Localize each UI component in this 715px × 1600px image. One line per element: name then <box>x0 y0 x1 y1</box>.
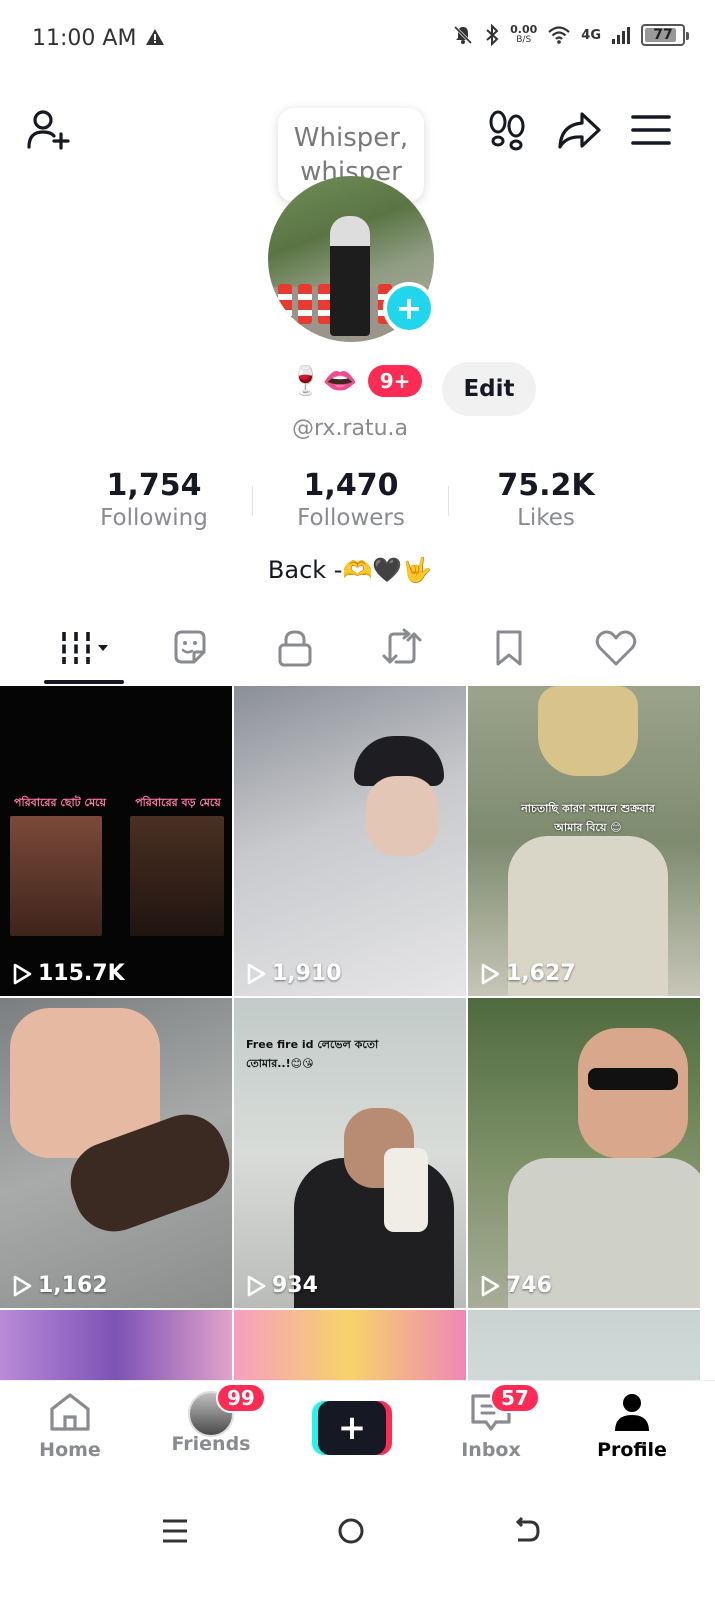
inbox-badge: 57 <box>490 1383 540 1413</box>
add-story-button[interactable]: + <box>383 282 435 334</box>
menu-button[interactable] <box>626 105 676 155</box>
lock-icon <box>278 630 312 667</box>
view-count: 115.7K <box>12 961 125 986</box>
share-icon <box>558 112 601 149</box>
stat-value: 1,754 <box>106 468 202 503</box>
view-count: 1,162 <box>12 1273 108 1298</box>
video-thumbnail[interactable]: 1,162 <box>0 998 232 1308</box>
edit-profile-button[interactable]: Edit <box>442 362 536 416</box>
warning-icon <box>146 29 164 45</box>
home-icon <box>50 1393 90 1431</box>
video-thumbnail[interactable] <box>468 1310 700 1380</box>
sticker-icon <box>174 630 206 664</box>
stat-followers[interactable]: 1,470 Followers <box>251 468 451 531</box>
display-name: 🍷👄 <box>288 364 358 397</box>
bluetooth-icon <box>486 24 499 46</box>
video-thumbnail[interactable]: 1,910 <box>234 686 466 996</box>
tab-videos[interactable] <box>52 620 122 676</box>
system-nav-bar <box>0 1476 715 1600</box>
video-thumbnail[interactable]: পরিবারের ছোট মেয়ে পরিবারের বড় মেয়ে 11… <box>0 686 232 996</box>
stat-label: Following <box>100 505 208 531</box>
battery-icon: 77 <box>641 24 689 46</box>
heart-icon <box>595 630 637 666</box>
menu-lines-icon <box>163 1519 187 1543</box>
nav-label: Profile <box>597 1439 667 1461</box>
view-count: 1,910 <box>246 961 342 986</box>
tab-stickers[interactable] <box>155 620 225 676</box>
video-caption: Free fire id লেভেল কতো তোমার..!😊😘 <box>246 1038 379 1070</box>
stat-following[interactable]: 1,754 Following <box>54 468 254 531</box>
play-icon <box>247 1275 266 1296</box>
tab-liked[interactable] <box>581 620 651 676</box>
hamburger-icon <box>631 115 671 145</box>
mute-bell-icon <box>454 25 473 45</box>
video-thumbnail[interactable] <box>234 1310 466 1380</box>
bookmark-icon <box>496 630 522 666</box>
share-profile-button[interactable] <box>554 105 604 155</box>
footprints-icon <box>489 110 525 151</box>
video-grid: পরিবারের ছোট মেয়ে পরিবারের বড় মেয়ে 11… <box>0 686 715 1380</box>
nav-friends[interactable]: Friends 99 <box>156 1383 266 1455</box>
stat-value: 1,470 <box>303 468 399 503</box>
tab-private[interactable] <box>260 620 330 676</box>
add-user-icon <box>27 110 70 150</box>
home-system-button[interactable] <box>326 1506 376 1556</box>
nav-inbox[interactable]: Inbox 57 <box>436 1383 546 1461</box>
add-friend-button[interactable] <box>24 105 74 155</box>
video-caption: পরিবারের ছোট মেয়ে <box>14 796 106 809</box>
bio: Back -🫶🖤🤟 <box>267 556 433 584</box>
nav-home[interactable]: Home <box>15 1391 125 1461</box>
status-bar: 11:00 AM 0.00 B/S 4G 77 <box>0 0 715 80</box>
video-thumbnail[interactable]: নাচতাছি কারণ সামনে শুক্রবার আমার বিয়ে 😊… <box>468 686 700 996</box>
stat-label: Followers <box>297 505 405 531</box>
view-count: 746 <box>480 1273 552 1298</box>
view-count: 1,627 <box>480 961 576 986</box>
video-thumbnail[interactable] <box>0 1310 232 1380</box>
nav-label: Home <box>39 1439 101 1461</box>
circle-icon <box>338 1518 364 1544</box>
username: @rx.ratu.a <box>291 416 409 441</box>
network-type: 4G <box>581 27 601 43</box>
wifi-icon <box>548 26 571 44</box>
video-caption: পরিবারের বড় মেয়ে <box>135 796 221 809</box>
video-thumbnail[interactable]: 746 <box>468 998 700 1308</box>
tab-reposts[interactable] <box>367 620 437 676</box>
profile-icon <box>615 1394 649 1431</box>
bottom-nav: Home Friends 99 + Inbox 57 Profile <box>0 1380 715 1476</box>
nav-label: Inbox <box>461 1439 521 1461</box>
play-icon <box>13 963 32 984</box>
repost-icon <box>382 628 422 664</box>
signal-icon <box>612 27 630 44</box>
status-icons: 0.00 B/S 4G 77 <box>452 23 689 46</box>
play-icon <box>481 1275 500 1296</box>
recent-apps-button[interactable] <box>150 1506 200 1556</box>
plus-icon: + <box>318 1401 386 1455</box>
back-system-button[interactable] <box>502 1506 552 1556</box>
create-button[interactable]: + <box>312 1401 392 1455</box>
play-icon <box>481 963 500 984</box>
profile-views-button[interactable] <box>482 105 532 155</box>
play-icon <box>247 963 266 984</box>
tab-indicator <box>44 680 124 684</box>
friends-badge: 99 <box>216 1383 266 1413</box>
grid-view-icon <box>62 632 108 664</box>
display-name-row: 🍷👄 9+ <box>288 364 423 397</box>
status-time: 11:00 AM <box>32 26 137 51</box>
play-icon <box>13 1275 32 1296</box>
video-thumbnail[interactable]: Free fire id লেভেল কতো তোমার..!😊😘 934 <box>234 998 466 1308</box>
back-icon <box>515 1516 540 1542</box>
notification-badge[interactable]: 9+ <box>367 364 423 397</box>
video-caption: নাচতাছি কারণ সামনে শুক্রবার আমার বিয়ে 😊 <box>521 802 655 834</box>
nav-profile[interactable]: Profile <box>577 1391 687 1461</box>
nav-label: Friends <box>171 1433 251 1455</box>
stat-label: Likes <box>517 505 575 531</box>
view-count: 934 <box>246 1273 318 1298</box>
tab-favorites[interactable] <box>474 620 544 676</box>
stat-value: 75.2K <box>497 468 595 503</box>
net-speed: 0.00 B/S <box>510 23 538 45</box>
stat-likes[interactable]: 75.2K Likes <box>446 468 646 531</box>
